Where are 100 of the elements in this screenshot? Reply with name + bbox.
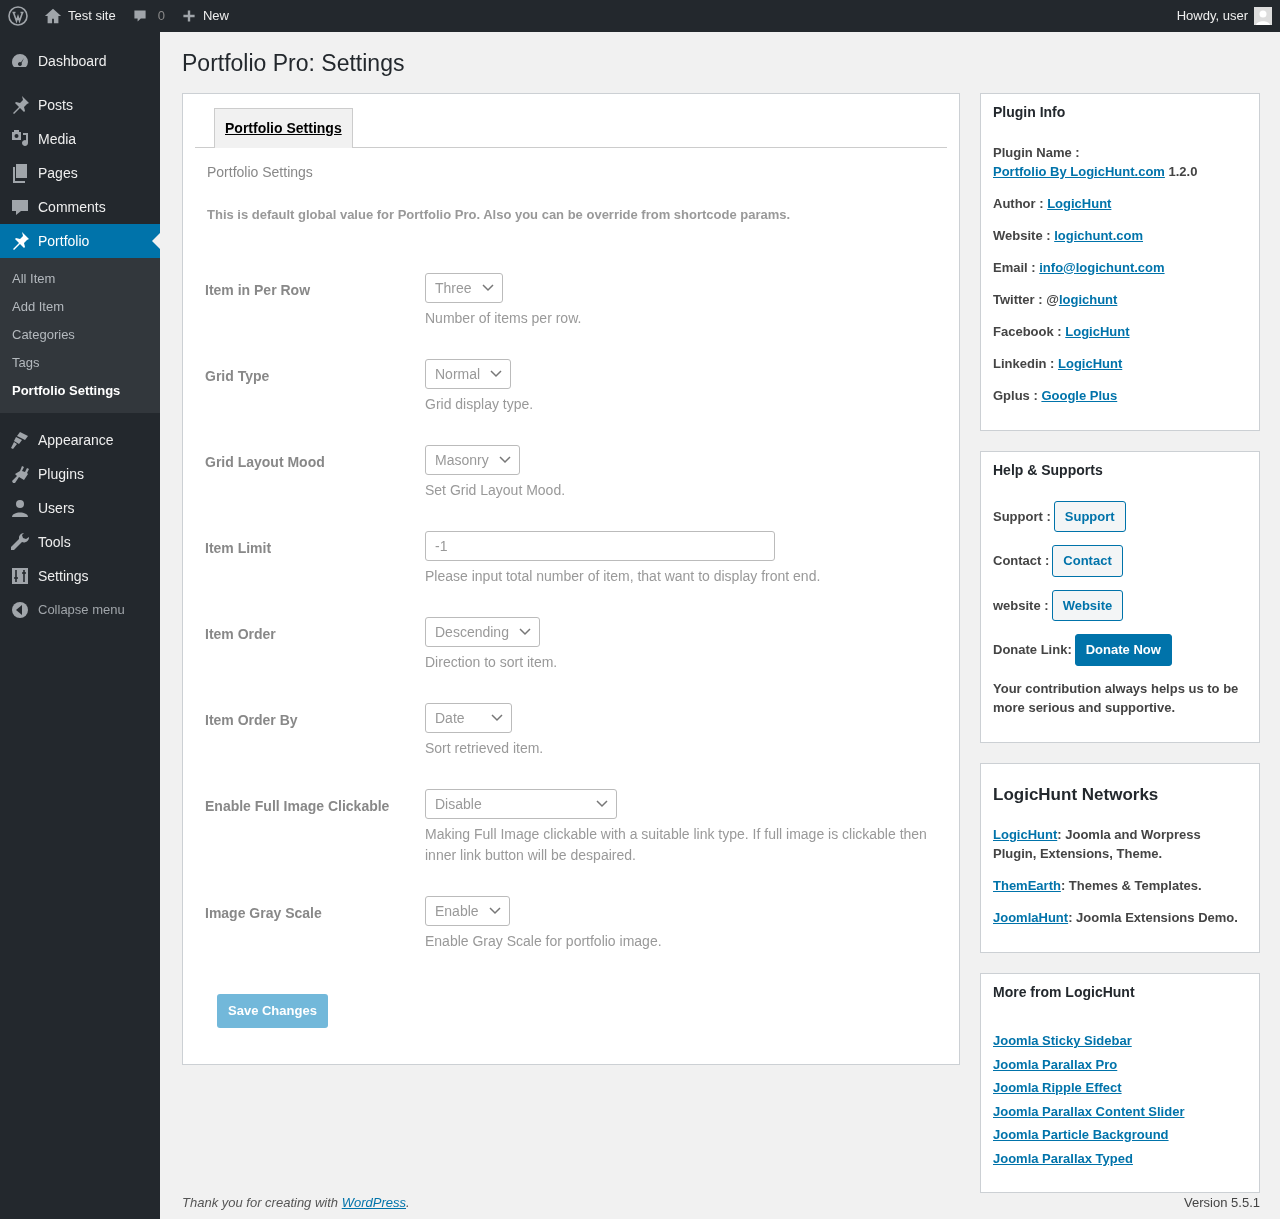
product-link[interactable]: Joomla Parallax Typed: [993, 1148, 1247, 1169]
sidebar-menu-item[interactable]: Settings: [0, 559, 160, 593]
info-link[interactable]: Google Plus: [1041, 387, 1118, 403]
submenu-item[interactable]: All Item: [0, 265, 160, 293]
section-title: Portfolio Settings: [207, 162, 314, 182]
comment-bubble-icon: [10, 197, 30, 217]
tab[interactable]: Portfolio Settings: [214, 107, 353, 148]
help-text: Enable Gray Scale for portfolio image.: [425, 932, 662, 952]
help-text: Number of items per row.: [425, 309, 582, 329]
field-label: Image Gray Scale: [205, 904, 323, 924]
account-link[interactable]: Howdy, user: [1176, 6, 1272, 26]
product-link[interactable]: Joomla Ripple Effect: [993, 1078, 1247, 1098]
product-link[interactable]: Joomla Parallax Pro: [993, 1054, 1247, 1075]
chevron-down-icon: [488, 907, 501, 916]
info-link[interactable]: logichunt: [1058, 291, 1118, 307]
new-link[interactable]: New: [180, 6, 229, 26]
network-link[interactable]: LogicHunt: [993, 827, 1058, 843]
chevron-down-icon: [518, 628, 531, 637]
info-line: Email : info@logichunt.com: [993, 258, 1166, 277]
sidebar-menu-item[interactable]: Dashboard: [0, 44, 160, 78]
collapse-menu-button[interactable]: Collapse menu: [0, 593, 160, 627]
product-link[interactable]: Joomla Sticky Sidebar: [993, 1031, 1247, 1051]
info-link[interactable]: LogicHunt: [1058, 355, 1123, 371]
row-label: Support :: [993, 507, 1051, 526]
plug-icon: [10, 464, 30, 484]
network-line: LogicHunt: Joomla and Worpress Plugin, Extensions, Theme.: [993, 826, 1202, 864]
info-link[interactable]: logichunt.com: [1054, 227, 1143, 243]
info-line: Website : logichunt.com: [993, 226, 1144, 245]
field-label: Enable Full Image Clickable: [205, 797, 391, 817]
pages-icon: [10, 163, 30, 183]
sidebar-menu-item[interactable]: Tools: [0, 525, 160, 559]
link-button[interactable]: Support: [1053, 500, 1126, 533]
submenu-item[interactable]: Portfolio Settings: [0, 377, 160, 405]
sidebar-menu-item[interactable]: Posts: [0, 88, 160, 122]
footer-thanks: Thank you for creating with WordPress.: [182, 1194, 410, 1213]
sidebar-menu-item[interactable]: Pages: [0, 156, 160, 190]
wordpress-logo-icon: [8, 6, 28, 26]
submenu-item[interactable]: Tags: [0, 349, 160, 377]
network-line: ThemEarth: Themes & Templates.: [993, 877, 1203, 896]
sidebar-menu-item[interactable]: Media: [0, 122, 160, 156]
chevron-down-icon: [498, 456, 511, 465]
field-label: Item Order: [205, 625, 277, 645]
info-line: Author : LogicHunt: [993, 194, 1113, 213]
info-line: Twitter : @logichunt: [993, 290, 1119, 309]
contribution-note: Your contribution always helps us to be more serious and supportive.: [993, 679, 1240, 717]
info-line: Gplus : Google Plus: [993, 386, 1119, 405]
panel-title: More from LogicHunt: [993, 983, 1136, 1003]
network-link[interactable]: JoomlaHunt: [993, 910, 1069, 926]
info-line: Linkedin : LogicHunt: [993, 354, 1124, 373]
link-button[interactable]: Donate Now: [1074, 634, 1172, 666]
camera-music-icon: [10, 129, 30, 149]
sidebar-menu-item[interactable]: Plugins: [0, 457, 160, 491]
comments-link[interactable]: 0: [131, 6, 165, 26]
chevron-down-icon: [481, 284, 494, 293]
panel-title: Help & Supports: [993, 460, 1104, 480]
info-link[interactable]: LogicHunt: [1065, 323, 1130, 339]
panel-title: Plugin Info: [993, 102, 1067, 122]
row-label: website :: [993, 596, 1049, 615]
product-link[interactable]: Joomla Particle Background: [993, 1125, 1247, 1145]
panel-title: LogicHunt Networks: [993, 783, 1160, 806]
comment-bubble-icon: [131, 8, 148, 24]
row-label: Contact :: [993, 552, 1050, 571]
info-link[interactable]: info@logichunt.com: [1039, 259, 1165, 275]
info-line: Plugin Name : Portfolio By LogicHunt.com 1.2.0: [993, 143, 1199, 181]
paintbrush-icon: [10, 430, 30, 450]
avatar-silhouette-icon: [1254, 7, 1272, 25]
sliders-icon: [10, 566, 30, 586]
field-label: Item in Per Row: [205, 281, 312, 301]
help-text: Direction to sort item.: [425, 653, 558, 673]
network-line: JoomlaHunt: Joomla Extensions Demo.: [993, 909, 1239, 928]
help-text: Sort retrieved item.: [425, 739, 544, 759]
sidebar-menu-item[interactable]: Comments: [0, 190, 160, 224]
sidebar-menu-item[interactable]: Portfolio: [0, 224, 160, 258]
page-title: Portfolio Pro: Settings: [182, 50, 406, 78]
help-text: Making Full Image clickable with a suitable link type. If full image is clickable then inner link button will be despaired.: [425, 825, 928, 866]
network-link[interactable]: ThemEarth: [993, 878, 1061, 894]
field-label: Item Limit: [205, 539, 273, 559]
field-label: Grid Type: [205, 367, 271, 387]
field-label: Grid Layout Mood: [205, 453, 326, 473]
site-link[interactable]: Test site: [44, 6, 116, 26]
chevron-down-icon: [491, 714, 503, 723]
row-label: Donate Link:: [993, 641, 1072, 660]
wordpress-link[interactable]: WordPress: [341, 1195, 406, 1211]
sidebar-menu-item[interactable]: Users: [0, 491, 160, 525]
field-label: Item Order By: [205, 711, 299, 731]
left-arrow-circle-icon: [10, 600, 30, 620]
chevron-down-icon: [490, 370, 503, 379]
submenu-item[interactable]: Add Item: [0, 293, 160, 321]
person-icon: [10, 498, 30, 518]
submenu-item[interactable]: Categories: [0, 321, 160, 349]
plus-icon: [180, 8, 197, 24]
help-text: Please input total number of item, that want to display front end.: [425, 567, 821, 587]
wrench-icon: [10, 532, 30, 552]
info-link[interactable]: Portfolio By LogicHunt.com: [993, 163, 1165, 179]
info-link[interactable]: LogicHunt: [1047, 195, 1112, 211]
link-button[interactable]: Contact: [1052, 545, 1123, 577]
product-link[interactable]: Joomla Parallax Content Slider: [993, 1101, 1247, 1122]
link-button[interactable]: Website: [1051, 589, 1124, 622]
sidebar-menu-item[interactable]: Appearance: [0, 423, 160, 457]
help-text: Set Grid Layout Mood.: [425, 481, 566, 501]
